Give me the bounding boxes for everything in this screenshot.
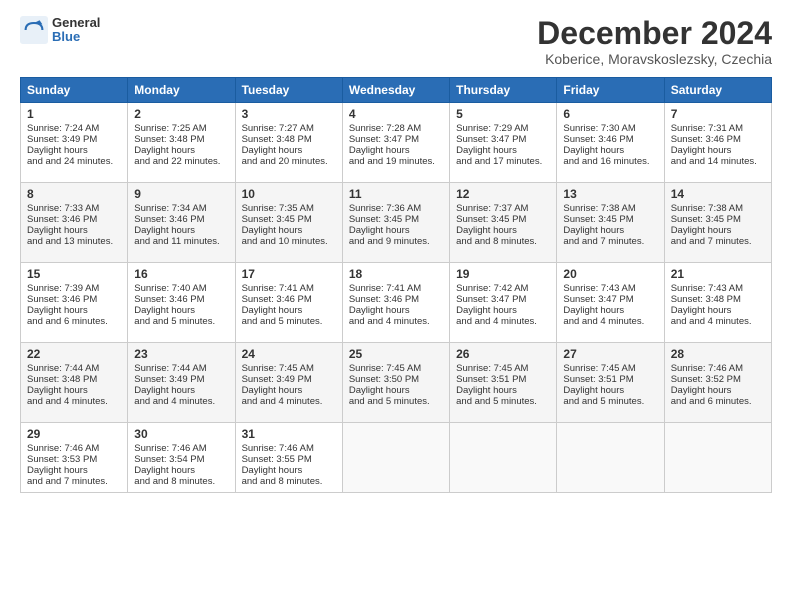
table-row: 26Sunrise: 7:45 AMSunset: 3:51 PMDayligh… <box>450 343 557 423</box>
day-number: 13 <box>563 187 657 201</box>
day-number: 2 <box>134 107 228 121</box>
table-row: 18Sunrise: 7:41 AMSunset: 3:46 PMDayligh… <box>342 263 449 343</box>
day-number: 24 <box>242 347 336 361</box>
day-number: 19 <box>456 267 550 281</box>
col-thursday: Thursday <box>450 78 557 103</box>
table-row: 21Sunrise: 7:43 AMSunset: 3:48 PMDayligh… <box>664 263 771 343</box>
day-number: 21 <box>671 267 765 281</box>
day-number: 9 <box>134 187 228 201</box>
table-row: 14Sunrise: 7:38 AMSunset: 3:45 PMDayligh… <box>664 183 771 263</box>
col-saturday: Saturday <box>664 78 771 103</box>
day-number: 4 <box>349 107 443 121</box>
day-number: 26 <box>456 347 550 361</box>
day-number: 17 <box>242 267 336 281</box>
table-row: 7Sunrise: 7:31 AMSunset: 3:46 PMDaylight… <box>664 103 771 183</box>
day-number: 11 <box>349 187 443 201</box>
table-row: 29Sunrise: 7:46 AMSunset: 3:53 PMDayligh… <box>21 423 128 493</box>
table-row <box>664 423 771 493</box>
day-number: 12 <box>456 187 550 201</box>
table-row: 10Sunrise: 7:35 AMSunset: 3:45 PMDayligh… <box>235 183 342 263</box>
table-row: 15Sunrise: 7:39 AMSunset: 3:46 PMDayligh… <box>21 263 128 343</box>
logo-icon <box>20 16 48 44</box>
table-row: 2Sunrise: 7:25 AMSunset: 3:48 PMDaylight… <box>128 103 235 183</box>
day-number: 27 <box>563 347 657 361</box>
table-row: 23Sunrise: 7:44 AMSunset: 3:49 PMDayligh… <box>128 343 235 423</box>
table-row: 28Sunrise: 7:46 AMSunset: 3:52 PMDayligh… <box>664 343 771 423</box>
table-row <box>450 423 557 493</box>
table-row: 3Sunrise: 7:27 AMSunset: 3:48 PMDaylight… <box>235 103 342 183</box>
col-wednesday: Wednesday <box>342 78 449 103</box>
table-row: 13Sunrise: 7:38 AMSunset: 3:45 PMDayligh… <box>557 183 664 263</box>
table-row: 30Sunrise: 7:46 AMSunset: 3:54 PMDayligh… <box>128 423 235 493</box>
month-title: December 2024 <box>537 16 772 51</box>
title-block: December 2024 Koberice, Moravskoslezsky,… <box>537 16 772 67</box>
day-number: 8 <box>27 187 121 201</box>
day-number: 29 <box>27 427 121 441</box>
table-row: 24Sunrise: 7:45 AMSunset: 3:49 PMDayligh… <box>235 343 342 423</box>
col-friday: Friday <box>557 78 664 103</box>
table-row: 5Sunrise: 7:29 AMSunset: 3:47 PMDaylight… <box>450 103 557 183</box>
col-monday: Monday <box>128 78 235 103</box>
logo: General Blue <box>20 16 100 45</box>
table-row: 19Sunrise: 7:42 AMSunset: 3:47 PMDayligh… <box>450 263 557 343</box>
day-number: 14 <box>671 187 765 201</box>
day-number: 23 <box>134 347 228 361</box>
day-number: 5 <box>456 107 550 121</box>
table-row: 1Sunrise: 7:24 AMSunset: 3:49 PMDaylight… <box>21 103 128 183</box>
day-number: 30 <box>134 427 228 441</box>
day-number: 25 <box>349 347 443 361</box>
table-row: 27Sunrise: 7:45 AMSunset: 3:51 PMDayligh… <box>557 343 664 423</box>
table-row: 20Sunrise: 7:43 AMSunset: 3:47 PMDayligh… <box>557 263 664 343</box>
day-number: 1 <box>27 107 121 121</box>
day-number: 22 <box>27 347 121 361</box>
table-row: 31Sunrise: 7:46 AMSunset: 3:55 PMDayligh… <box>235 423 342 493</box>
day-number: 7 <box>671 107 765 121</box>
table-row <box>557 423 664 493</box>
table-row: 11Sunrise: 7:36 AMSunset: 3:45 PMDayligh… <box>342 183 449 263</box>
table-row <box>342 423 449 493</box>
table-row: 6Sunrise: 7:30 AMSunset: 3:46 PMDaylight… <box>557 103 664 183</box>
table-row: 25Sunrise: 7:45 AMSunset: 3:50 PMDayligh… <box>342 343 449 423</box>
location: Koberice, Moravskoslezsky, Czechia <box>537 51 772 67</box>
col-sunday: Sunday <box>21 78 128 103</box>
day-number: 6 <box>563 107 657 121</box>
logo-blue-text: Blue <box>52 30 100 44</box>
day-number: 31 <box>242 427 336 441</box>
col-tuesday: Tuesday <box>235 78 342 103</box>
logo-general-text: General <box>52 16 100 30</box>
table-row: 16Sunrise: 7:40 AMSunset: 3:46 PMDayligh… <box>128 263 235 343</box>
day-number: 20 <box>563 267 657 281</box>
logo-text: General Blue <box>52 16 100 45</box>
day-number: 16 <box>134 267 228 281</box>
day-number: 10 <box>242 187 336 201</box>
table-row: 12Sunrise: 7:37 AMSunset: 3:45 PMDayligh… <box>450 183 557 263</box>
table-row: 22Sunrise: 7:44 AMSunset: 3:48 PMDayligh… <box>21 343 128 423</box>
day-number: 15 <box>27 267 121 281</box>
table-row: 8Sunrise: 7:33 AMSunset: 3:46 PMDaylight… <box>21 183 128 263</box>
table-row: 4Sunrise: 7:28 AMSunset: 3:47 PMDaylight… <box>342 103 449 183</box>
header-row: Sunday Monday Tuesday Wednesday Thursday… <box>21 78 772 103</box>
day-number: 3 <box>242 107 336 121</box>
day-number: 28 <box>671 347 765 361</box>
calendar-table: Sunday Monday Tuesday Wednesday Thursday… <box>20 77 772 493</box>
header: General Blue December 2024 Koberice, Mor… <box>20 16 772 67</box>
table-row: 9Sunrise: 7:34 AMSunset: 3:46 PMDaylight… <box>128 183 235 263</box>
table-row: 17Sunrise: 7:41 AMSunset: 3:46 PMDayligh… <box>235 263 342 343</box>
day-number: 18 <box>349 267 443 281</box>
page-container: General Blue December 2024 Koberice, Mor… <box>0 0 792 503</box>
